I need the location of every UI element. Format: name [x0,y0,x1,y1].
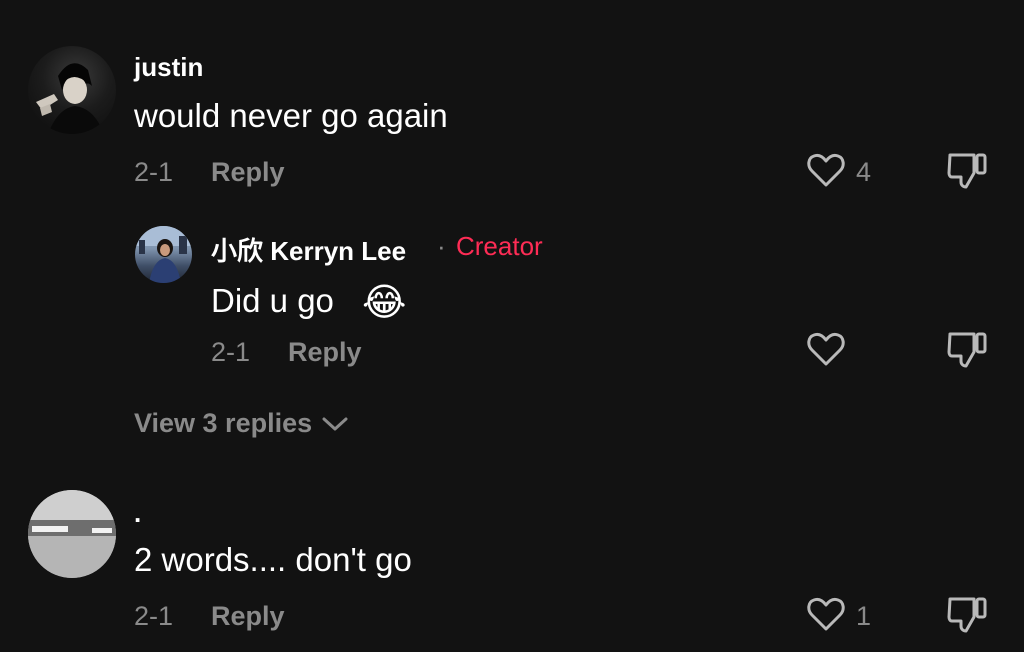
heart-outline-icon[interactable] [806,596,846,632]
like-count: 4 [856,157,872,187]
avatar[interactable] [28,490,116,578]
view-replies-label: View 3 replies [134,408,313,438]
heart-outline-icon[interactable] [806,331,846,367]
chevron-down-icon [322,416,348,432]
thumbs-down-icon[interactable] [946,151,988,191]
reply-button[interactable]: Reply [211,157,285,188]
thumbs-down-icon[interactable] [946,595,988,635]
comment-date: 2-1 [134,601,174,631]
comment-date: 2-1 [134,157,174,187]
creator-badge: Creator [456,231,543,261]
comment-username[interactable]: . [134,498,141,529]
reply-date: 2-1 [211,337,251,367]
avatar[interactable] [28,46,116,134]
reply-button[interactable]: Reply [211,601,285,632]
thumbs-down-icon[interactable] [946,330,988,370]
view-replies-button[interactable]: View 3 replies [134,408,348,439]
comment-text: 2 words.... don't go [134,541,412,578]
heart-outline-icon[interactable] [806,152,846,188]
reply-button[interactable]: Reply [288,337,362,368]
avatar[interactable] [135,226,192,283]
reply-username[interactable]: 小欣 Kerryn Lee [211,231,406,268]
like-count: 1 [856,601,872,631]
reply-text: Did u go [211,282,334,319]
laughing-emoji: 😂 [362,280,407,324]
separator-dot: · [437,231,446,261]
comment-text: would never go again [134,97,448,134]
comment-username[interactable]: justin [134,52,203,83]
